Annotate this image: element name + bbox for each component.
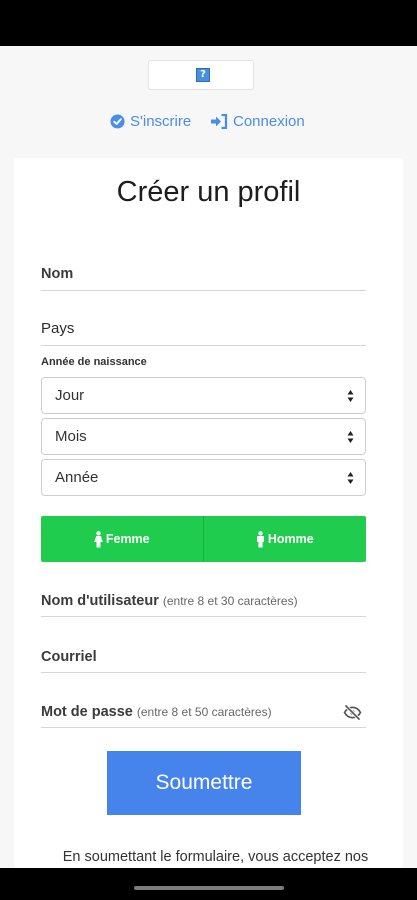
gender-male-button[interactable]: Homme: [204, 516, 367, 562]
tab-signup-label: S'inscrire: [130, 112, 192, 130]
month-select-value: Mois: [55, 428, 87, 445]
gender-male-label: Homme: [267, 532, 314, 546]
month-select[interactable]: Mois: [41, 418, 366, 455]
navigation-bar: [0, 868, 417, 900]
password-field[interactable]: Mot de passe (entre 8 et 50 caractères): [41, 703, 366, 728]
check-circle-icon: [110, 113, 125, 129]
tab-login-label: Connexion: [233, 112, 305, 130]
username-field[interactable]: Nom d'utilisateur (entre 8 et 30 caractèr…: [41, 592, 366, 617]
tab-signup[interactable]: S'inscrire: [110, 110, 191, 132]
home-indicator[interactable]: [134, 886, 284, 890]
email-label: Courriel: [41, 649, 97, 665]
gender-female-button[interactable]: Femme: [41, 516, 204, 562]
birth-year-label: Année de naissance: [41, 356, 147, 368]
status-bar: [0, 0, 417, 46]
password-hint: (entre 8 et 50 caractères): [136, 705, 272, 719]
username-label: Nom d'utilisateur: [41, 593, 159, 609]
email-field[interactable]: Courriel: [41, 648, 366, 673]
select-caret-icon: [347, 472, 354, 484]
female-icon: [94, 530, 103, 547]
name-field[interactable]: Nom: [41, 265, 366, 291]
year-select-value: Année: [55, 469, 99, 486]
logo-image: ?: [196, 68, 210, 82]
username-hint: (entre 8 et 30 caractères): [162, 594, 298, 608]
page-title: Créer un profil: [116, 176, 301, 208]
gender-toggle: Femme Homme: [41, 516, 366, 562]
day-select-value: Jour: [55, 387, 85, 404]
country-field[interactable]: Pays: [41, 320, 366, 346]
gender-female-label: Femme: [105, 532, 150, 546]
male-icon: [256, 530, 264, 547]
tab-login[interactable]: Connexion: [210, 110, 305, 132]
password-label: Mot de passe: [41, 704, 133, 720]
submit-button[interactable]: Soumettre: [107, 751, 301, 815]
sign-in-icon: [211, 113, 228, 129]
terms-text: En soumettant le formulaire, vous accept…: [62, 849, 369, 865]
select-caret-icon: [347, 390, 354, 402]
name-label: Nom: [41, 266, 74, 282]
day-select[interactable]: Jour: [41, 377, 366, 414]
site-logo[interactable]: ?: [148, 60, 254, 90]
year-select[interactable]: Année: [41, 459, 366, 496]
select-caret-icon: [347, 431, 354, 443]
eye-slash-icon[interactable]: [343, 705, 362, 720]
country-label: Pays: [41, 320, 75, 337]
